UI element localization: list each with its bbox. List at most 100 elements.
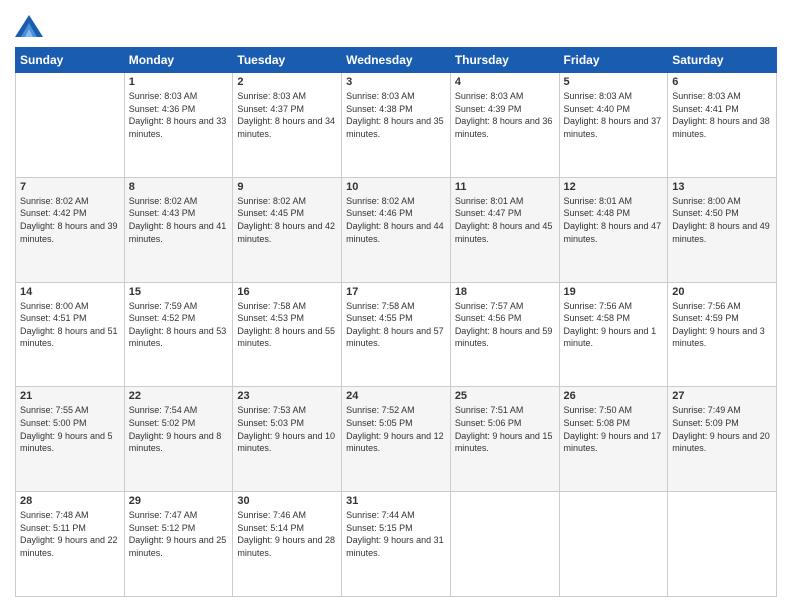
header-sunday: Sunday [16,48,125,73]
weekday-header-row: Sunday Monday Tuesday Wednesday Thursday… [16,48,777,73]
week-row-3: 21 Sunrise: 7:55 AMSunset: 5:00 PMDayligh… [16,387,777,492]
day-number: 7 [20,181,120,193]
table-cell: 22 Sunrise: 7:54 AMSunset: 5:02 PMDayligh… [124,387,233,492]
day-number: 30 [237,495,337,507]
day-info: Sunrise: 8:03 AMSunset: 4:36 PMDaylight:… [129,90,229,140]
table-cell: 21 Sunrise: 7:55 AMSunset: 5:00 PMDayligh… [16,387,125,492]
day-info: Sunrise: 8:02 AMSunset: 4:46 PMDaylight:… [346,195,446,245]
day-info: Sunrise: 8:03 AMSunset: 4:39 PMDaylight:… [455,90,555,140]
table-cell: 8 Sunrise: 8:02 AMSunset: 4:43 PMDaylight… [124,177,233,282]
day-number: 5 [564,76,664,88]
logo [15,15,47,37]
day-info: Sunrise: 7:58 AMSunset: 4:53 PMDaylight:… [237,300,337,350]
page: Sunday Monday Tuesday Wednesday Thursday… [0,0,792,612]
calendar-table: Sunday Monday Tuesday Wednesday Thursday… [15,47,777,597]
header-wednesday: Wednesday [342,48,451,73]
day-info: Sunrise: 8:00 AMSunset: 4:51 PMDaylight:… [20,300,120,350]
day-info: Sunrise: 8:03 AMSunset: 4:40 PMDaylight:… [564,90,664,140]
day-info: Sunrise: 8:01 AMSunset: 4:48 PMDaylight:… [564,195,664,245]
header [15,15,777,37]
header-saturday: Saturday [668,48,777,73]
day-number: 22 [129,390,229,402]
day-info: Sunrise: 7:51 AMSunset: 5:06 PMDaylight:… [455,404,555,454]
table-cell: 13Sunrise: 8:00 AMSunset: 4:50 PMDayligh… [668,177,777,282]
day-info: Sunrise: 7:53 AMSunset: 5:03 PMDaylight:… [237,404,337,454]
day-number: 15 [129,286,229,298]
day-info: Sunrise: 7:47 AMSunset: 5:12 PMDaylight:… [129,509,229,559]
table-cell [559,492,668,597]
week-row-1: 7 Sunrise: 8:02 AMSunset: 4:42 PMDaylight… [16,177,777,282]
day-info: Sunrise: 7:56 AMSunset: 4:59 PMDaylight:… [672,300,772,350]
day-number: 25 [455,390,555,402]
day-info: Sunrise: 8:03 AMSunset: 4:38 PMDaylight:… [346,90,446,140]
day-number: 8 [129,181,229,193]
day-number: 27 [672,390,772,402]
day-number: 2 [237,76,337,88]
day-info: Sunrise: 7:54 AMSunset: 5:02 PMDaylight:… [129,404,229,454]
table-cell: 25 Sunrise: 7:51 AMSunset: 5:06 PMDayligh… [450,387,559,492]
day-number: 26 [564,390,664,402]
day-number: 10 [346,181,446,193]
table-cell [16,73,125,178]
day-number: 31 [346,495,446,507]
table-cell: 7 Sunrise: 8:02 AMSunset: 4:42 PMDaylight… [16,177,125,282]
table-cell: 20 Sunrise: 7:56 AMSunset: 4:59 PMDayligh… [668,282,777,387]
day-info: Sunrise: 7:52 AMSunset: 5:05 PMDaylight:… [346,404,446,454]
day-number: 28 [20,495,120,507]
day-info: Sunrise: 7:59 AMSunset: 4:52 PMDaylight:… [129,300,229,350]
day-number: 21 [20,390,120,402]
day-number: 23 [237,390,337,402]
day-info: Sunrise: 7:58 AMSunset: 4:55 PMDaylight:… [346,300,446,350]
table-cell: 19 Sunrise: 7:56 AMSunset: 4:58 PMDayligh… [559,282,668,387]
header-thursday: Thursday [450,48,559,73]
day-info: Sunrise: 8:02 AMSunset: 4:45 PMDaylight:… [237,195,337,245]
day-info: Sunrise: 7:57 AMSunset: 4:56 PMDaylight:… [455,300,555,350]
table-cell: 31 Sunrise: 7:44 AMSunset: 5:15 PMDayligh… [342,492,451,597]
day-number: 6 [672,76,772,88]
header-monday: Monday [124,48,233,73]
day-info: Sunrise: 7:55 AMSunset: 5:00 PMDaylight:… [20,404,120,454]
day-info: Sunrise: 8:03 AMSunset: 4:37 PMDaylight:… [237,90,337,140]
day-info: Sunrise: 8:03 AMSunset: 4:41 PMDaylight:… [672,90,772,140]
day-info: Sunrise: 7:44 AMSunset: 5:15 PMDaylight:… [346,509,446,559]
header-tuesday: Tuesday [233,48,342,73]
table-cell [450,492,559,597]
day-info: Sunrise: 8:02 AMSunset: 4:42 PMDaylight:… [20,195,120,245]
day-info: Sunrise: 7:56 AMSunset: 4:58 PMDaylight:… [564,300,664,350]
table-cell [668,492,777,597]
day-number: 14 [20,286,120,298]
table-cell: 16Sunrise: 7:58 AMSunset: 4:53 PMDayligh… [233,282,342,387]
day-number: 1 [129,76,229,88]
day-info: Sunrise: 7:48 AMSunset: 5:11 PMDaylight:… [20,509,120,559]
week-row-4: 28 Sunrise: 7:48 AMSunset: 5:11 PMDayligh… [16,492,777,597]
table-cell: 11Sunrise: 8:01 AMSunset: 4:47 PMDayligh… [450,177,559,282]
day-number: 17 [346,286,446,298]
table-cell: 23 Sunrise: 7:53 AMSunset: 5:03 PMDayligh… [233,387,342,492]
day-number: 19 [564,286,664,298]
header-friday: Friday [559,48,668,73]
table-cell: 26 Sunrise: 7:50 AMSunset: 5:08 PMDayligh… [559,387,668,492]
week-row-0: 1 Sunrise: 8:03 AMSunset: 4:36 PMDaylight… [16,73,777,178]
table-cell: 14 Sunrise: 8:00 AMSunset: 4:51 PMDayligh… [16,282,125,387]
day-info: Sunrise: 7:49 AMSunset: 5:09 PMDaylight:… [672,404,772,454]
day-number: 4 [455,76,555,88]
day-info: Sunrise: 8:00 AMSunset: 4:50 PMDaylight:… [672,195,772,245]
day-number: 29 [129,495,229,507]
table-cell: 9 Sunrise: 8:02 AMSunset: 4:45 PMDaylight… [233,177,342,282]
table-cell: 28 Sunrise: 7:48 AMSunset: 5:11 PMDayligh… [16,492,125,597]
table-cell: 10 Sunrise: 8:02 AMSunset: 4:46 PMDayligh… [342,177,451,282]
day-number: 9 [237,181,337,193]
day-number: 24 [346,390,446,402]
table-cell: 1 Sunrise: 8:03 AMSunset: 4:36 PMDaylight… [124,73,233,178]
table-cell: 15 Sunrise: 7:59 AMSunset: 4:52 PMDayligh… [124,282,233,387]
day-info: Sunrise: 8:01 AMSunset: 4:47 PMDaylight:… [455,195,555,245]
table-cell: 29 Sunrise: 7:47 AMSunset: 5:12 PMDayligh… [124,492,233,597]
day-number: 20 [672,286,772,298]
table-cell: 17 Sunrise: 7:58 AMSunset: 4:55 PMDayligh… [342,282,451,387]
day-info: Sunrise: 7:50 AMSunset: 5:08 PMDaylight:… [564,404,664,454]
day-info: Sunrise: 8:02 AMSunset: 4:43 PMDaylight:… [129,195,229,245]
logo-icon [15,15,43,37]
table-cell: 2 Sunrise: 8:03 AMSunset: 4:37 PMDaylight… [233,73,342,178]
table-cell: 3Sunrise: 8:03 AMSunset: 4:38 PMDaylight… [342,73,451,178]
week-row-2: 14 Sunrise: 8:00 AMSunset: 4:51 PMDayligh… [16,282,777,387]
